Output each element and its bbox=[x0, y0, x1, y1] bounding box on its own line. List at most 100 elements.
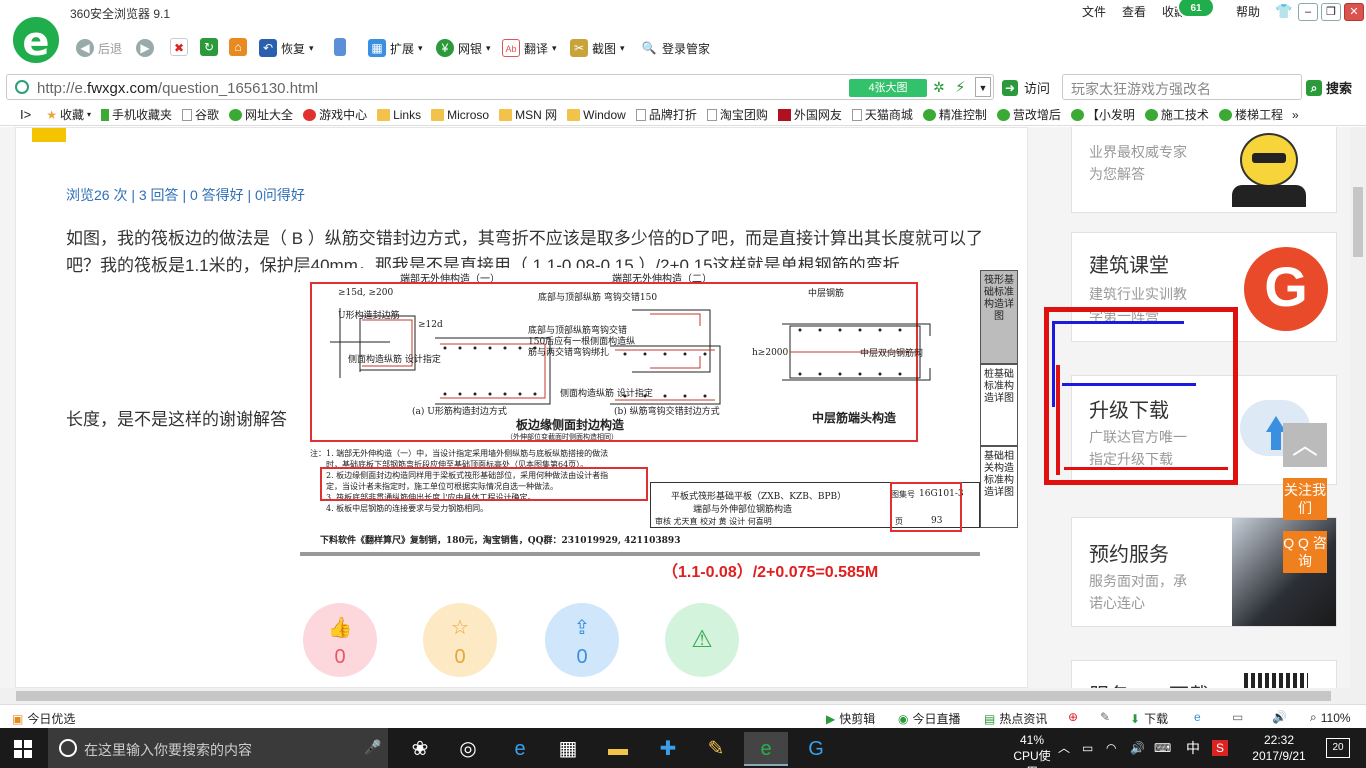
edge-icon[interactable]: e bbox=[498, 732, 542, 766]
cpu-usage[interactable]: 41%CPU使用 bbox=[1012, 732, 1052, 768]
sogou-icon[interactable]: S bbox=[1212, 740, 1228, 756]
live-icon: ◉ bbox=[898, 711, 909, 726]
sidebar-toggle-icon[interactable]: I> bbox=[0, 107, 41, 122]
course-logo-icon: G bbox=[1244, 247, 1328, 331]
bookmark-item[interactable]: 淘宝团购 bbox=[702, 106, 773, 123]
plus-icon[interactable]: ⊕ bbox=[1068, 710, 1078, 724]
wifi-icon[interactable]: ◠ bbox=[1106, 740, 1116, 756]
arrow-right-icon: ➜ bbox=[1002, 79, 1018, 96]
bookmark-item[interactable]: 外国网友 bbox=[773, 106, 847, 123]
minimize-button[interactable]: – bbox=[1298, 3, 1318, 21]
bookmark-item[interactable]: MSN 网 bbox=[494, 106, 562, 123]
bookmark-item[interactable]: 游戏中心 bbox=[298, 106, 372, 123]
today-picks[interactable]: ▣ 今日优选 bbox=[12, 710, 75, 727]
ie-icon[interactable]: e bbox=[1194, 710, 1201, 724]
hot-news[interactable]: ▤ 热点资讯 bbox=[984, 710, 1047, 727]
login-manager-button[interactable]: 🔍 登录管家 bbox=[640, 38, 710, 58]
share-button[interactable]: ⇪ 0 bbox=[545, 603, 619, 677]
bookmark-item[interactable]: Microso bbox=[426, 108, 494, 122]
back-button[interactable]: ◀ 后退 bbox=[76, 38, 122, 58]
expert-card[interactable]: 业界最权威专家 为您解答 bbox=[1071, 127, 1337, 213]
restore-button[interactable]: ↶ 恢复 ▾ bbox=[259, 38, 314, 58]
chevron-up-icon[interactable]: ︿ bbox=[1058, 740, 1070, 756]
translate-button[interactable]: Ab 翻译 ▾ bbox=[502, 38, 557, 58]
bookmark-item[interactable]: 营改增后 bbox=[992, 106, 1066, 123]
mobile-icon[interactable] bbox=[334, 38, 346, 56]
maximize-button[interactable]: ❐ bbox=[1321, 3, 1341, 21]
microphone-icon[interactable]: 🎤 bbox=[364, 739, 381, 756]
lightning-icon[interactable]: ⚡ bbox=[955, 78, 966, 96]
volume-icon[interactable]: 🔊 bbox=[1130, 740, 1145, 756]
task-view-icon[interactable]: ❀ bbox=[398, 732, 442, 766]
today-live[interactable]: ◉ 今日直播 bbox=[898, 710, 961, 727]
scroll-thumb[interactable] bbox=[16, 691, 1331, 701]
bookmark-item[interactable]: 谷歌 bbox=[177, 106, 224, 123]
vertical-scrollbar[interactable] bbox=[1350, 127, 1366, 688]
bookmark-item[interactable]: Links bbox=[372, 108, 426, 122]
battery-icon[interactable]: ▭ bbox=[1082, 740, 1093, 756]
search-input[interactable]: 玩家太狂游戏方强改名 bbox=[1062, 74, 1302, 100]
speaker-icon[interactable]: 🔊 bbox=[1272, 710, 1287, 724]
scroll-top-button[interactable]: ︿ bbox=[1283, 423, 1327, 467]
bookmark-item[interactable]: 【小发明 bbox=[1066, 106, 1140, 123]
app-download-card[interactable]: 服务APP下载 bbox=[1071, 660, 1337, 688]
extend-button[interactable]: ▦ 扩展 ▾ bbox=[368, 38, 423, 58]
search-button[interactable]: ⌕ 搜索 bbox=[1306, 78, 1352, 97]
notification-badge[interactable]: 61 bbox=[1177, 0, 1215, 18]
windows-start-icon[interactable] bbox=[14, 740, 32, 758]
bookmark-item[interactable]: 施工技术 bbox=[1140, 106, 1214, 123]
bookmark-item[interactable]: 手机收藏夹 bbox=[96, 106, 177, 123]
toolbar: ◀ 后退 ▶ ✖ ↻ ⌂ ↶ 恢复 ▾ ▦ 扩展 ▾ ¥ 网银 ▾ Ab 翻译 … bbox=[0, 26, 1366, 68]
menu-help[interactable]: 帮助 bbox=[1228, 3, 1268, 21]
follow-us-button[interactable]: 关注我们 bbox=[1283, 478, 1327, 520]
close-button[interactable]: ✕ bbox=[1344, 3, 1364, 21]
screenshot-button[interactable]: ✂ 截图 ▾ bbox=[570, 38, 625, 58]
pin-icon[interactable]: ✎ bbox=[1100, 710, 1110, 724]
clock[interactable]: 22:32 2017/9/21 bbox=[1234, 732, 1324, 764]
home-icon[interactable]: ⌂ bbox=[229, 38, 247, 56]
bookmark-item[interactable]: 品牌打折 bbox=[631, 106, 702, 123]
qq-consult-button[interactable]: Q Q 咨询 bbox=[1283, 531, 1327, 573]
quick-clip[interactable]: ▶ 快剪辑 bbox=[826, 710, 875, 727]
url-input[interactable]: http://e.fwxgx.com/question_1656130.html… bbox=[6, 74, 994, 100]
keyboard-icon[interactable]: ⌨ bbox=[1154, 740, 1171, 756]
glodon-icon[interactable]: G bbox=[794, 732, 838, 766]
download-button[interactable]: ⬇ 下载 bbox=[1130, 710, 1168, 727]
visit-button[interactable]: ➜ 访问 bbox=[1002, 78, 1050, 97]
horizontal-scrollbar[interactable] bbox=[0, 688, 1366, 704]
forward-button[interactable]: ▶ bbox=[136, 38, 154, 58]
bookmark-item[interactable]: 网址大全 bbox=[224, 106, 298, 123]
store-icon[interactable]: ▦ bbox=[546, 732, 590, 766]
refresh-icon[interactable]: ↻ bbox=[200, 38, 218, 56]
file-explorer-icon[interactable]: ▬ bbox=[596, 732, 640, 766]
like-button[interactable]: 👍 0 bbox=[303, 603, 377, 677]
url-dropdown-icon[interactable]: ▼ bbox=[975, 77, 991, 97]
app-plus-icon[interactable]: ✚ bbox=[646, 732, 690, 766]
skin-icon[interactable]: 👕 bbox=[1275, 3, 1292, 20]
bookmark-item[interactable]: 楼梯工程 bbox=[1214, 106, 1288, 123]
bank-button[interactable]: ¥ 网银 ▾ bbox=[436, 38, 491, 58]
ime-indicator[interactable]: 中 bbox=[1186, 740, 1200, 756]
notes-icon[interactable]: ✎ bbox=[694, 732, 738, 766]
more-bookmarks-icon[interactable]: » bbox=[1288, 108, 1299, 122]
window-icon[interactable]: ▭ bbox=[1232, 710, 1243, 724]
menu-file[interactable]: 文件 bbox=[1074, 3, 1114, 21]
stop-icon[interactable]: ✖ bbox=[170, 38, 188, 56]
scroll-thumb[interactable] bbox=[1353, 187, 1363, 257]
favorite-button[interactable]: ☆ 0 bbox=[423, 603, 497, 677]
bookmark-item[interactable]: Window bbox=[562, 108, 631, 122]
question-image[interactable]: 端部无外伸构造（一） 端部无外伸构造（二） ≥15d, ≥200 U形构造封边筋… bbox=[300, 268, 1018, 558]
bookmark-item[interactable]: 天猫商城 bbox=[847, 106, 918, 123]
bookmark-item[interactable]: 精准控制 bbox=[918, 106, 992, 123]
menu-view[interactable]: 查看 bbox=[1114, 3, 1154, 21]
app-swirl-icon[interactable]: ◎ bbox=[446, 732, 490, 766]
browser-logo-icon[interactable]: e bbox=[10, 14, 62, 66]
bookmark-favorites[interactable]: ★ 收藏 ▾ bbox=[41, 106, 96, 123]
360-browser-icon[interactable]: e bbox=[744, 732, 788, 766]
zoom-level[interactable]: ⌕ 110% bbox=[1310, 710, 1351, 725]
notification-center-icon[interactable]: 20 bbox=[1326, 738, 1350, 758]
taskbar-search[interactable]: 在这里输入你要搜索的内容 🎤 bbox=[48, 728, 388, 768]
large-images-button[interactable]: 4张大图 bbox=[849, 79, 927, 97]
report-button[interactable]: ⚠ bbox=[665, 603, 739, 677]
shield-icon[interactable]: ✲ bbox=[933, 79, 945, 96]
